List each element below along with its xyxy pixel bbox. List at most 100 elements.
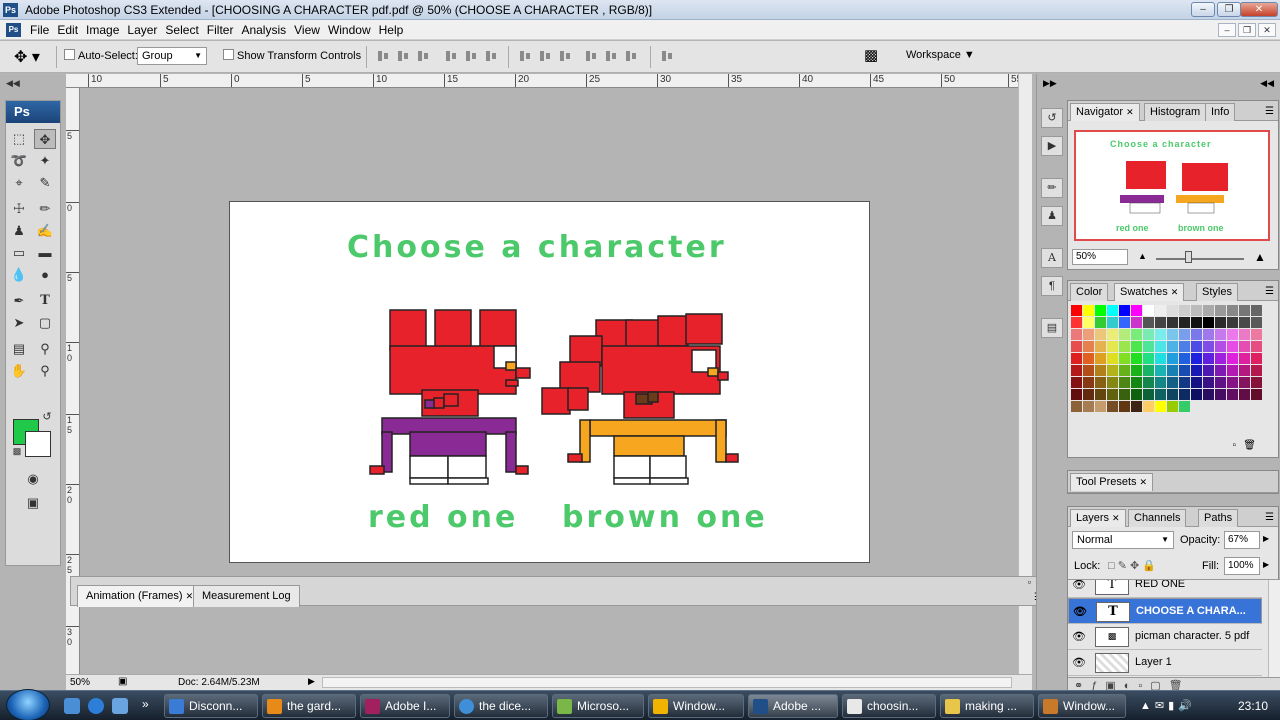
swatch[interactable] <box>1191 329 1203 341</box>
swatch[interactable] <box>1119 401 1131 413</box>
swatch[interactable] <box>1227 329 1239 341</box>
panel-menu-icon[interactable]: ☰ <box>1265 512 1274 523</box>
background-color-swatch[interactable] <box>25 431 51 457</box>
swatch[interactable] <box>1251 341 1263 353</box>
swatch[interactable] <box>1215 305 1227 317</box>
quick-mask-icon[interactable]: ◉ <box>22 469 44 489</box>
swatch[interactable] <box>1179 317 1191 329</box>
screen-mode-icon[interactable]: ▣ <box>22 493 44 513</box>
swatch[interactable] <box>1083 365 1095 377</box>
clock[interactable]: 23:10 <box>1238 699 1268 713</box>
tab-channels[interactable]: Channels <box>1128 509 1187 527</box>
swatch[interactable] <box>1155 377 1167 389</box>
tab-histogram[interactable]: Histogram <box>1144 103 1207 121</box>
swatch[interactable] <box>1191 377 1203 389</box>
ruler-horizontal[interactable]: 10 5 0 5 10 15 20 25 30 35 40 45 50 55 <box>66 74 1022 88</box>
taskbar-item[interactable]: Adobe I... <box>360 694 450 718</box>
swatch[interactable] <box>1095 377 1107 389</box>
swatch[interactable] <box>1071 341 1083 353</box>
tab-color[interactable]: Color <box>1070 283 1109 301</box>
minimize-button[interactable]: – <box>1191 2 1215 17</box>
taskbar-item[interactable]: the dice... <box>454 694 548 718</box>
swatch[interactable] <box>1071 305 1083 317</box>
close-icon[interactable]: ✕ <box>186 591 194 601</box>
swatch[interactable] <box>1131 401 1143 413</box>
swatch[interactable] <box>1119 317 1131 329</box>
swatch[interactable] <box>1119 353 1131 365</box>
healing-brush-icon[interactable]: ☩ <box>8 199 30 219</box>
swatch[interactable] <box>1215 365 1227 377</box>
swatch[interactable] <box>1107 365 1119 377</box>
eye-icon[interactable]: 👁 <box>1073 605 1087 618</box>
swatch[interactable] <box>1083 305 1095 317</box>
taskbar-item-active[interactable]: Adobe ... <box>748 694 838 718</box>
swatch[interactable] <box>1119 365 1131 377</box>
zoom-slider[interactable] <box>1156 258 1244 260</box>
close-icon[interactable]: ✕ <box>1171 287 1179 297</box>
show-transform-checkbox[interactable]: Show Transform Controls <box>223 49 361 62</box>
swatch[interactable] <box>1155 329 1167 341</box>
swatch[interactable] <box>1131 365 1143 377</box>
swatch[interactable] <box>1203 329 1215 341</box>
distribute-hcenter-icon[interactable] <box>604 50 618 62</box>
brush-tool-icon[interactable]: ✏ <box>34 199 56 219</box>
document-canvas[interactable]: Choose a character red one brown one <box>229 201 870 563</box>
swatch[interactable] <box>1227 341 1239 353</box>
swatch[interactable] <box>1107 341 1119 353</box>
swatch[interactable] <box>1083 329 1095 341</box>
swatch[interactable] <box>1107 389 1119 401</box>
clone-stamp-icon[interactable]: ♟ <box>8 221 30 241</box>
swatch[interactable] <box>1095 305 1107 317</box>
actions-panel-icon[interactable]: ▶ <box>1041 136 1063 156</box>
swatch[interactable] <box>1131 329 1143 341</box>
swatch[interactable] <box>1179 353 1191 365</box>
gradient-tool-icon[interactable]: ▬ <box>34 243 56 263</box>
swatch[interactable] <box>1191 305 1203 317</box>
swatch[interactable] <box>1131 377 1143 389</box>
swatch[interactable] <box>1251 305 1263 317</box>
zoom-slider-handle[interactable] <box>1185 251 1192 263</box>
delete-swatch-icon[interactable]: 🗑 <box>1243 440 1256 451</box>
notes-tool-icon[interactable]: ▤ <box>8 339 30 359</box>
status-icon[interactable]: ▣ <box>118 676 127 687</box>
menu-window[interactable]: Window <box>328 23 379 37</box>
align-bottom-icon[interactable] <box>416 50 430 62</box>
swatch[interactable] <box>1107 401 1119 413</box>
swatch[interactable] <box>1155 341 1167 353</box>
swatch[interactable] <box>1083 389 1095 401</box>
distribute-bottom-icon[interactable] <box>558 50 572 62</box>
close-icon[interactable]: ✕ <box>1140 477 1148 487</box>
swatch[interactable] <box>1095 365 1107 377</box>
lock-icons[interactable]: □ ✎ ✥ 🔒 <box>1108 559 1156 572</box>
document-icon[interactable]: Ps <box>6 23 21 37</box>
swatch[interactable] <box>1191 317 1203 329</box>
swatch[interactable] <box>1203 341 1215 353</box>
expand-arrows-icon[interactable]: ▶▶ <box>1043 78 1057 89</box>
swatch-grid[interactable] <box>1071 305 1263 413</box>
move-tool-icon[interactable]: ✥ <box>34 129 56 149</box>
tab-tool-presets[interactable]: Tool Presets ✕ <box>1070 473 1154 491</box>
swatch[interactable] <box>1191 341 1203 353</box>
fill-field[interactable]: 100% <box>1224 557 1260 575</box>
swatch[interactable] <box>1155 365 1167 377</box>
swatch[interactable] <box>1107 353 1119 365</box>
taskbar-item[interactable]: Window... <box>1038 694 1126 718</box>
menu-filter[interactable]: Filter <box>207 23 242 37</box>
swatch[interactable] <box>1215 353 1227 365</box>
swatch[interactable] <box>1179 341 1191 353</box>
taskbar-item[interactable]: Microso... <box>552 694 644 718</box>
character-panel-icon[interactable]: A <box>1041 248 1063 268</box>
swatch[interactable] <box>1227 365 1239 377</box>
taskbar-item[interactable]: choosin... <box>842 694 936 718</box>
swatch[interactable] <box>1251 317 1263 329</box>
swatch[interactable] <box>1131 389 1143 401</box>
swatch[interactable] <box>1215 389 1227 401</box>
distribute-right-icon[interactable] <box>624 50 638 62</box>
menu-select[interactable]: Select <box>165 23 206 37</box>
swatch[interactable] <box>1251 377 1263 389</box>
swatch[interactable] <box>1179 305 1191 317</box>
tab-paths[interactable]: Paths <box>1198 509 1239 527</box>
crop-tool-icon[interactable]: ⌖ <box>8 173 30 193</box>
swatch[interactable] <box>1155 317 1167 329</box>
swatch[interactable] <box>1083 377 1095 389</box>
